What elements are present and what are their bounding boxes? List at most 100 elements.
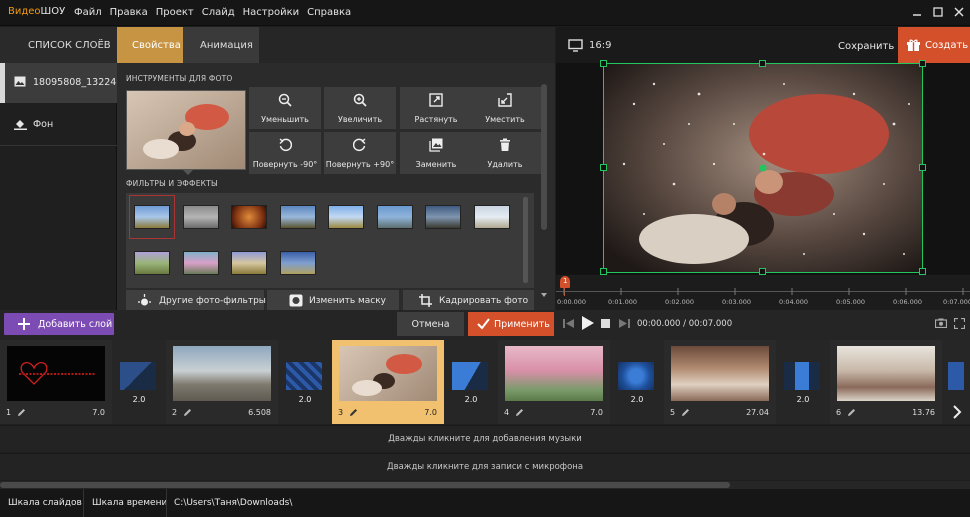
resize-handle[interactable]: [600, 268, 607, 275]
slide-2[interactable]: 2 6.508: [166, 340, 278, 424]
rotate-left-button[interactable]: Повернуть -90°: [249, 132, 321, 174]
menu-slide[interactable]: Слайд: [202, 7, 235, 18]
time-scale-tab[interactable]: Шкала времени: [92, 498, 167, 508]
mask-icon: [289, 294, 303, 307]
fullscreen-icon[interactable]: [954, 318, 965, 329]
chevron-right-icon[interactable]: [952, 405, 962, 419]
slide-4[interactable]: 4 7.0: [498, 340, 610, 424]
close-icon[interactable]: [952, 5, 966, 19]
filter-thumb[interactable]: [474, 205, 510, 229]
tab-properties-label: Свойства: [132, 40, 181, 51]
filter-thumb[interactable]: [425, 205, 461, 229]
slides-scale-tab[interactable]: Шкала слайдов: [8, 498, 82, 508]
resize-handle[interactable]: [759, 60, 766, 67]
menu-edit[interactable]: Правка: [110, 7, 148, 18]
tab-animation-label: Анимация: [200, 40, 253, 51]
pencil-icon[interactable]: [349, 408, 358, 417]
pencil-icon[interactable]: [515, 408, 524, 417]
playhead-marker[interactable]: 1: [560, 276, 570, 288]
layers-panel: 18095808_1322405... Фон: [0, 63, 137, 310]
zoom-in-button[interactable]: Увеличить: [324, 87, 396, 129]
create-button[interactable]: Создать: [898, 27, 970, 63]
maximize-icon[interactable]: [931, 5, 945, 19]
rotate-right-button[interactable]: Повернуть +90°: [324, 132, 396, 174]
resize-handle[interactable]: [919, 268, 926, 275]
pencil-icon[interactable]: [183, 408, 192, 417]
slide-number: 6: [836, 408, 842, 417]
timeline-ruler[interactable]: 1 0:00.000 0:01.000 0:02.000 0:03.000 0:…: [556, 276, 970, 311]
music-track[interactable]: Дважды кликните для добавления музыки: [0, 425, 970, 452]
preview-header: 16:9 Сохранить Создать: [556, 27, 970, 63]
resize-handle[interactable]: [919, 164, 926, 171]
transition-thumbnail: [784, 362, 820, 390]
zoom-out-button[interactable]: Уменьшить: [249, 87, 321, 129]
crop-photo-button[interactable]: Кадрировать фото: [403, 290, 534, 310]
filter-thumb[interactable]: [183, 205, 219, 229]
menu-file[interactable]: Файл: [74, 7, 102, 18]
change-mask-button[interactable]: Изменить маску: [267, 290, 399, 310]
slide-3-selected[interactable]: 3 7.0: [332, 340, 444, 424]
play-icon[interactable]: [581, 315, 595, 331]
pencil-icon[interactable]: [681, 408, 690, 417]
filter-thumb[interactable]: [183, 251, 219, 275]
layer-item-background[interactable]: Фон: [0, 105, 117, 145]
tick-label: 0:01.000: [608, 298, 638, 306]
transition-3[interactable]: 2.0: [444, 340, 498, 424]
slide-6[interactable]: 6 13.76: [830, 340, 942, 424]
slide-5[interactable]: 5 27.04: [664, 340, 776, 424]
resize-handle[interactable]: [759, 268, 766, 275]
filter-thumb[interactable]: [328, 205, 364, 229]
resize-handle[interactable]: [600, 60, 607, 67]
filter-thumb[interactable]: [280, 205, 316, 229]
properties-scrollbar[interactable]: [541, 84, 547, 230]
filter-thumb[interactable]: [377, 205, 413, 229]
preview-canvas[interactable]: [603, 63, 923, 273]
slide-number: 4: [504, 408, 510, 417]
filter-thumb[interactable]: [134, 251, 170, 275]
save-button[interactable]: Сохранить: [838, 41, 894, 52]
resize-handle[interactable]: [919, 60, 926, 67]
image-icon: [14, 76, 26, 87]
monitor-icon[interactable]: [568, 39, 583, 52]
scroll-down-icon[interactable]: [541, 293, 547, 297]
slide-duration: 6.508: [248, 408, 271, 417]
transition-1[interactable]: 2.0: [112, 340, 166, 424]
transition-5[interactable]: 2.0: [776, 340, 830, 424]
filter-thumb[interactable]: [231, 251, 267, 275]
add-layer-button[interactable]: Добавить слой: [4, 313, 114, 335]
menu-help[interactable]: Справка: [307, 7, 351, 18]
cancel-button[interactable]: Отмена: [397, 312, 464, 336]
minimize-icon[interactable]: [910, 5, 924, 19]
stop-icon[interactable]: [601, 319, 611, 329]
timeline-scrollbar-thumb[interactable]: [0, 482, 730, 488]
stretch-icon: [429, 93, 443, 107]
delete-button[interactable]: Удалить: [469, 132, 541, 174]
aspect-ratio[interactable]: 16:9: [589, 40, 611, 51]
skip-back-icon[interactable]: [563, 318, 575, 329]
skip-forward-icon[interactable]: [618, 318, 630, 329]
snapshot-icon[interactable]: [935, 318, 947, 328]
other-filters-button[interactable]: Другие фото-фильтры: [126, 290, 266, 310]
pencil-icon[interactable]: [17, 408, 26, 417]
filter-thumb[interactable]: [231, 205, 267, 229]
apply-button[interactable]: Применить: [468, 312, 554, 336]
mic-track[interactable]: Дважды кликните для записи с микрофона: [0, 453, 970, 480]
stretch-label: Растянуть: [414, 115, 458, 124]
zoom-out-label: Уменьшить: [261, 115, 309, 124]
transition-2[interactable]: 2.0: [278, 340, 332, 424]
transition-4[interactable]: 2.0: [610, 340, 664, 424]
filter-thumb[interactable]: [280, 251, 316, 275]
fit-button[interactable]: Уместить: [469, 87, 541, 129]
slide-1[interactable]: 1 7.0: [0, 340, 112, 424]
layer-item-photo[interactable]: 18095808_1322405...: [0, 63, 137, 103]
tab-properties[interactable]: Свойства: [117, 27, 183, 69]
menu-settings[interactable]: Настройки: [243, 7, 299, 18]
menu-project[interactable]: Проект: [156, 7, 194, 18]
resize-handle[interactable]: [600, 164, 607, 171]
pencil-icon[interactable]: [847, 408, 856, 417]
tab-animation[interactable]: Анимация: [183, 27, 259, 63]
filters-scrollbar[interactable]: [523, 197, 528, 283]
filter-thumb[interactable]: [134, 205, 170, 229]
stretch-button[interactable]: Растянуть: [400, 87, 472, 129]
replace-button[interactable]: Заменить: [400, 132, 472, 174]
